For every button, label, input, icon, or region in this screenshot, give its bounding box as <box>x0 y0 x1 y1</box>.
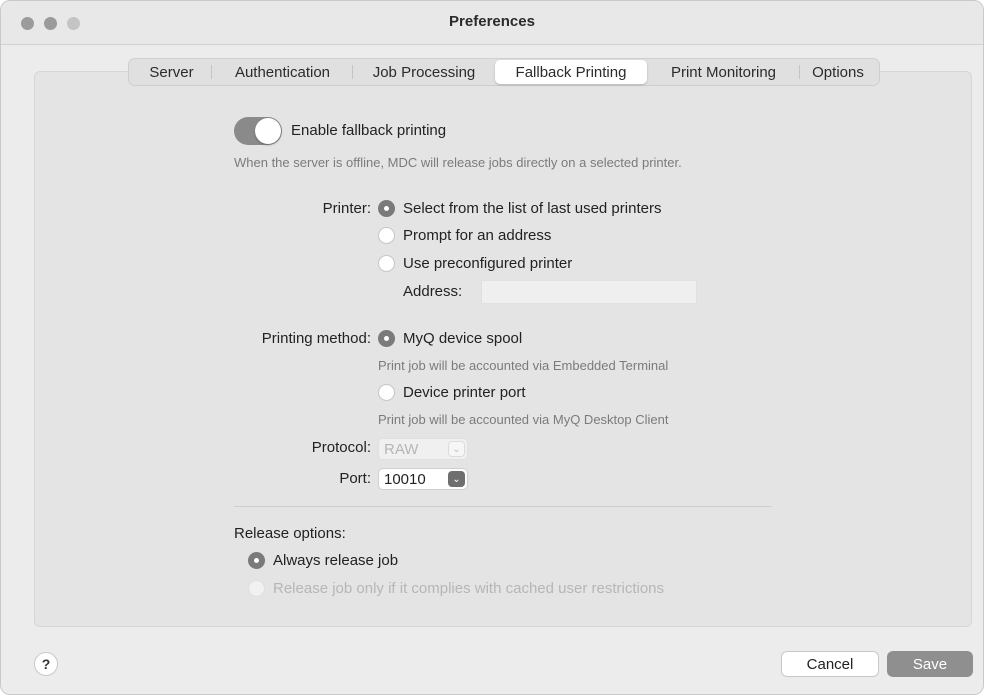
title-bar: Preferences <box>1 1 983 45</box>
protocol-value: RAW <box>384 440 419 458</box>
preferences-window: Preferences Server Authentication Job Pr… <box>0 0 984 695</box>
protocol-select[interactable]: RAW ⌄ <box>378 438 468 460</box>
method-printer-port-hint: Print job will be accounted via MyQ Desk… <box>378 412 669 427</box>
release-restricted-label: Release job only if it complies with cac… <box>273 580 665 597</box>
method-printer-port-radio[interactable] <box>378 384 395 401</box>
chevron-down-icon: ⌄ <box>448 441 465 457</box>
tab-bar: Server Authentication Job Processing Fal… <box>128 58 880 86</box>
printer-option-last-used-label: Select from the list of last used printe… <box>403 200 662 217</box>
cancel-button[interactable]: Cancel <box>781 651 879 677</box>
address-label: Address: <box>403 283 463 300</box>
printer-option-preconfigured-label: Use preconfigured printer <box>403 255 573 272</box>
tab-authentication[interactable]: Authentication <box>212 60 353 84</box>
printing-method-label: Printing method: <box>261 330 371 347</box>
save-button[interactable]: Save <box>887 651 973 677</box>
release-always-radio[interactable] <box>248 552 265 569</box>
tab-fallback-printing[interactable]: Fallback Printing <box>495 60 647 84</box>
release-always-label: Always release job <box>273 552 399 569</box>
tab-job-processing[interactable]: Job Processing <box>353 60 495 84</box>
printer-option-last-used-radio[interactable] <box>378 200 395 217</box>
tab-options[interactable]: Options <box>800 60 876 84</box>
printer-option-prompt-radio[interactable] <box>378 227 395 244</box>
enable-fallback-label: Enable fallback printing <box>291 122 447 139</box>
port-value: 10010 <box>384 470 426 488</box>
window-title: Preferences <box>449 13 535 30</box>
tab-server[interactable]: Server <box>131 60 212 84</box>
section-divider <box>234 506 772 507</box>
address-field[interactable] <box>481 280 697 304</box>
protocol-label: Protocol: <box>311 439 371 456</box>
tab-print-monitoring[interactable]: Print Monitoring <box>647 60 800 84</box>
fallback-description: When the server is offline, MDC will rel… <box>234 155 682 170</box>
port-select[interactable]: 10010 ⌄ <box>378 468 468 490</box>
toggle-knob <box>255 118 281 144</box>
printer-option-preconfigured-radio[interactable] <box>378 255 395 272</box>
release-options-label: Release options: <box>234 525 346 542</box>
printer-label: Printer: <box>322 200 371 217</box>
port-label: Port: <box>339 470 371 487</box>
enable-fallback-toggle[interactable] <box>234 117 282 145</box>
printer-option-prompt-label: Prompt for an address <box>403 227 552 244</box>
method-device-spool-hint: Print job will be accounted via Embedded… <box>378 358 669 373</box>
chevron-down-icon: ⌄ <box>448 471 465 487</box>
help-button[interactable]: ? <box>34 652 58 676</box>
method-device-spool-label: MyQ device spool <box>403 330 523 347</box>
method-device-spool-radio[interactable] <box>378 330 395 347</box>
release-restricted-radio[interactable] <box>248 580 265 597</box>
method-printer-port-label: Device printer port <box>403 384 526 401</box>
